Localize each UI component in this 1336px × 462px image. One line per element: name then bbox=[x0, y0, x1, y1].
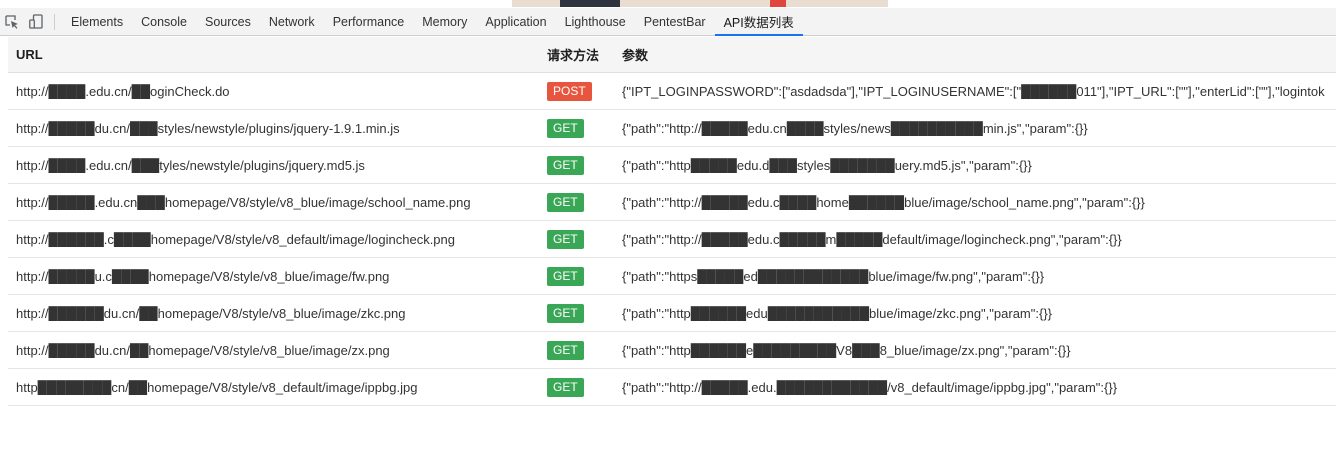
inspect-element-icon[interactable] bbox=[0, 8, 24, 35]
method-badge: GET bbox=[547, 266, 584, 286]
method-badge: GET bbox=[547, 229, 584, 249]
column-header-method[interactable]: 请求方法 bbox=[539, 45, 614, 64]
request-params: {"path":"http██████e█████████V8███8_blue… bbox=[622, 342, 1071, 358]
request-url: http://█████u.c████homepage/V8/style/v8_… bbox=[16, 268, 390, 284]
page-content-sliver bbox=[0, 0, 1336, 8]
page-banner-accent bbox=[770, 0, 786, 7]
method-cell: POST bbox=[539, 81, 614, 101]
table-row[interactable]: http://████.edu.cn/██oginCheck.do POST {"I… bbox=[8, 73, 1336, 110]
tab-pentestbar[interactable]: PentestBar bbox=[635, 8, 715, 35]
table-row[interactable]: http://████.edu.cn/███tyles/newstyle/plu… bbox=[8, 147, 1336, 184]
request-params: {"IPT_LOGINPASSWORD":["asdadsda"],"IPT_L… bbox=[622, 83, 1325, 99]
request-url: http://█████.edu.cn███homepage/V8/style/… bbox=[16, 194, 471, 210]
request-params: {"path":"http://█████edu.cn████styles/ne… bbox=[622, 120, 1088, 136]
method-cell: GET bbox=[539, 377, 614, 397]
tab-elements[interactable]: Elements bbox=[62, 8, 132, 35]
tab-memory[interactable]: Memory bbox=[413, 8, 476, 35]
request-url: http://█████du.cn/██homepage/V8/style/v8… bbox=[16, 342, 390, 358]
method-cell: GET bbox=[539, 303, 614, 323]
table-row[interactable]: http://██████du.cn/██homepage/V8/style/v… bbox=[8, 295, 1336, 332]
method-badge: GET bbox=[547, 155, 584, 175]
tab-performance[interactable]: Performance bbox=[324, 8, 414, 35]
table-row[interactable]: http://█████du.cn/██homepage/V8/style/v8… bbox=[8, 332, 1336, 369]
request-params: {"path":"http://█████edu.c████home██████… bbox=[622, 194, 1145, 210]
toolbar-divider bbox=[54, 14, 55, 30]
method-badge: GET bbox=[547, 377, 584, 397]
method-badge: GET bbox=[547, 118, 584, 138]
request-url: http://██████.c████homepage/V8/style/v8_… bbox=[16, 231, 455, 247]
table-row[interactable]: http://█████du.cn/███styles/newstyle/plu… bbox=[8, 110, 1336, 147]
tab-api-data-list[interactable]: API数据列表 bbox=[714, 8, 803, 36]
method-cell: GET bbox=[539, 155, 614, 175]
request-params: {"path":"http█████edu.d███styles███████u… bbox=[622, 157, 1032, 173]
request-params: {"path":"http://█████edu.c█████m█████def… bbox=[622, 231, 1122, 247]
page-banner-detail bbox=[560, 0, 620, 7]
request-url: http://█████du.cn/███styles/newstyle/plu… bbox=[16, 120, 400, 136]
device-toolbar-icon[interactable] bbox=[24, 8, 48, 35]
devtools-tabs: Elements Console Sources Network Perform… bbox=[62, 8, 803, 36]
tab-network[interactable]: Network bbox=[260, 8, 324, 35]
column-header-params[interactable]: 参数 bbox=[614, 45, 1336, 64]
method-cell: GET bbox=[539, 192, 614, 212]
table-row[interactable]: http████████cn/██homepage/V8/style/v8_de… bbox=[8, 369, 1336, 406]
request-url: http://██████du.cn/██homepage/V8/style/v… bbox=[16, 305, 406, 321]
tab-application[interactable]: Application bbox=[476, 8, 555, 35]
devtools-toolbar: Elements Console Sources Network Perform… bbox=[0, 8, 1336, 36]
request-params: {"path":"http://█████.edu.████████████/v… bbox=[622, 379, 1118, 395]
method-cell: GET bbox=[539, 266, 614, 286]
method-cell: GET bbox=[539, 340, 614, 360]
table-header-row: URL 请求方法 参数 bbox=[8, 37, 1336, 73]
request-params: {"path":"http██████edu███████████blue/im… bbox=[622, 305, 1053, 321]
request-url: http████████cn/██homepage/V8/style/v8_de… bbox=[16, 379, 418, 395]
method-cell: GET bbox=[539, 118, 614, 138]
table-row[interactable]: http://██████.c████homepage/V8/style/v8_… bbox=[8, 221, 1336, 258]
table-row[interactable]: http://█████u.c████homepage/V8/style/v8_… bbox=[8, 258, 1336, 295]
method-badge: GET bbox=[547, 340, 584, 360]
tab-console[interactable]: Console bbox=[132, 8, 196, 35]
method-badge: GET bbox=[547, 303, 584, 323]
request-url: http://████.edu.cn/██oginCheck.do bbox=[16, 83, 230, 99]
table-body: http://████.edu.cn/██oginCheck.do POST {"I… bbox=[8, 73, 1336, 406]
table-row[interactable]: http://█████.edu.cn███homepage/V8/style/… bbox=[8, 184, 1336, 221]
request-params: {"path":"https█████ed████████████blue/im… bbox=[622, 268, 1045, 284]
method-badge: GET bbox=[547, 192, 584, 212]
column-header-url[interactable]: URL bbox=[8, 47, 539, 62]
tab-sources[interactable]: Sources bbox=[196, 8, 260, 35]
api-data-table: URL 请求方法 参数 http://████.edu.cn/██oginChe… bbox=[8, 37, 1336, 406]
request-url: http://████.edu.cn/███tyles/newstyle/plu… bbox=[16, 157, 365, 173]
method-cell: GET bbox=[539, 229, 614, 249]
method-badge: POST bbox=[547, 81, 592, 101]
tab-lighthouse[interactable]: Lighthouse bbox=[556, 8, 635, 35]
